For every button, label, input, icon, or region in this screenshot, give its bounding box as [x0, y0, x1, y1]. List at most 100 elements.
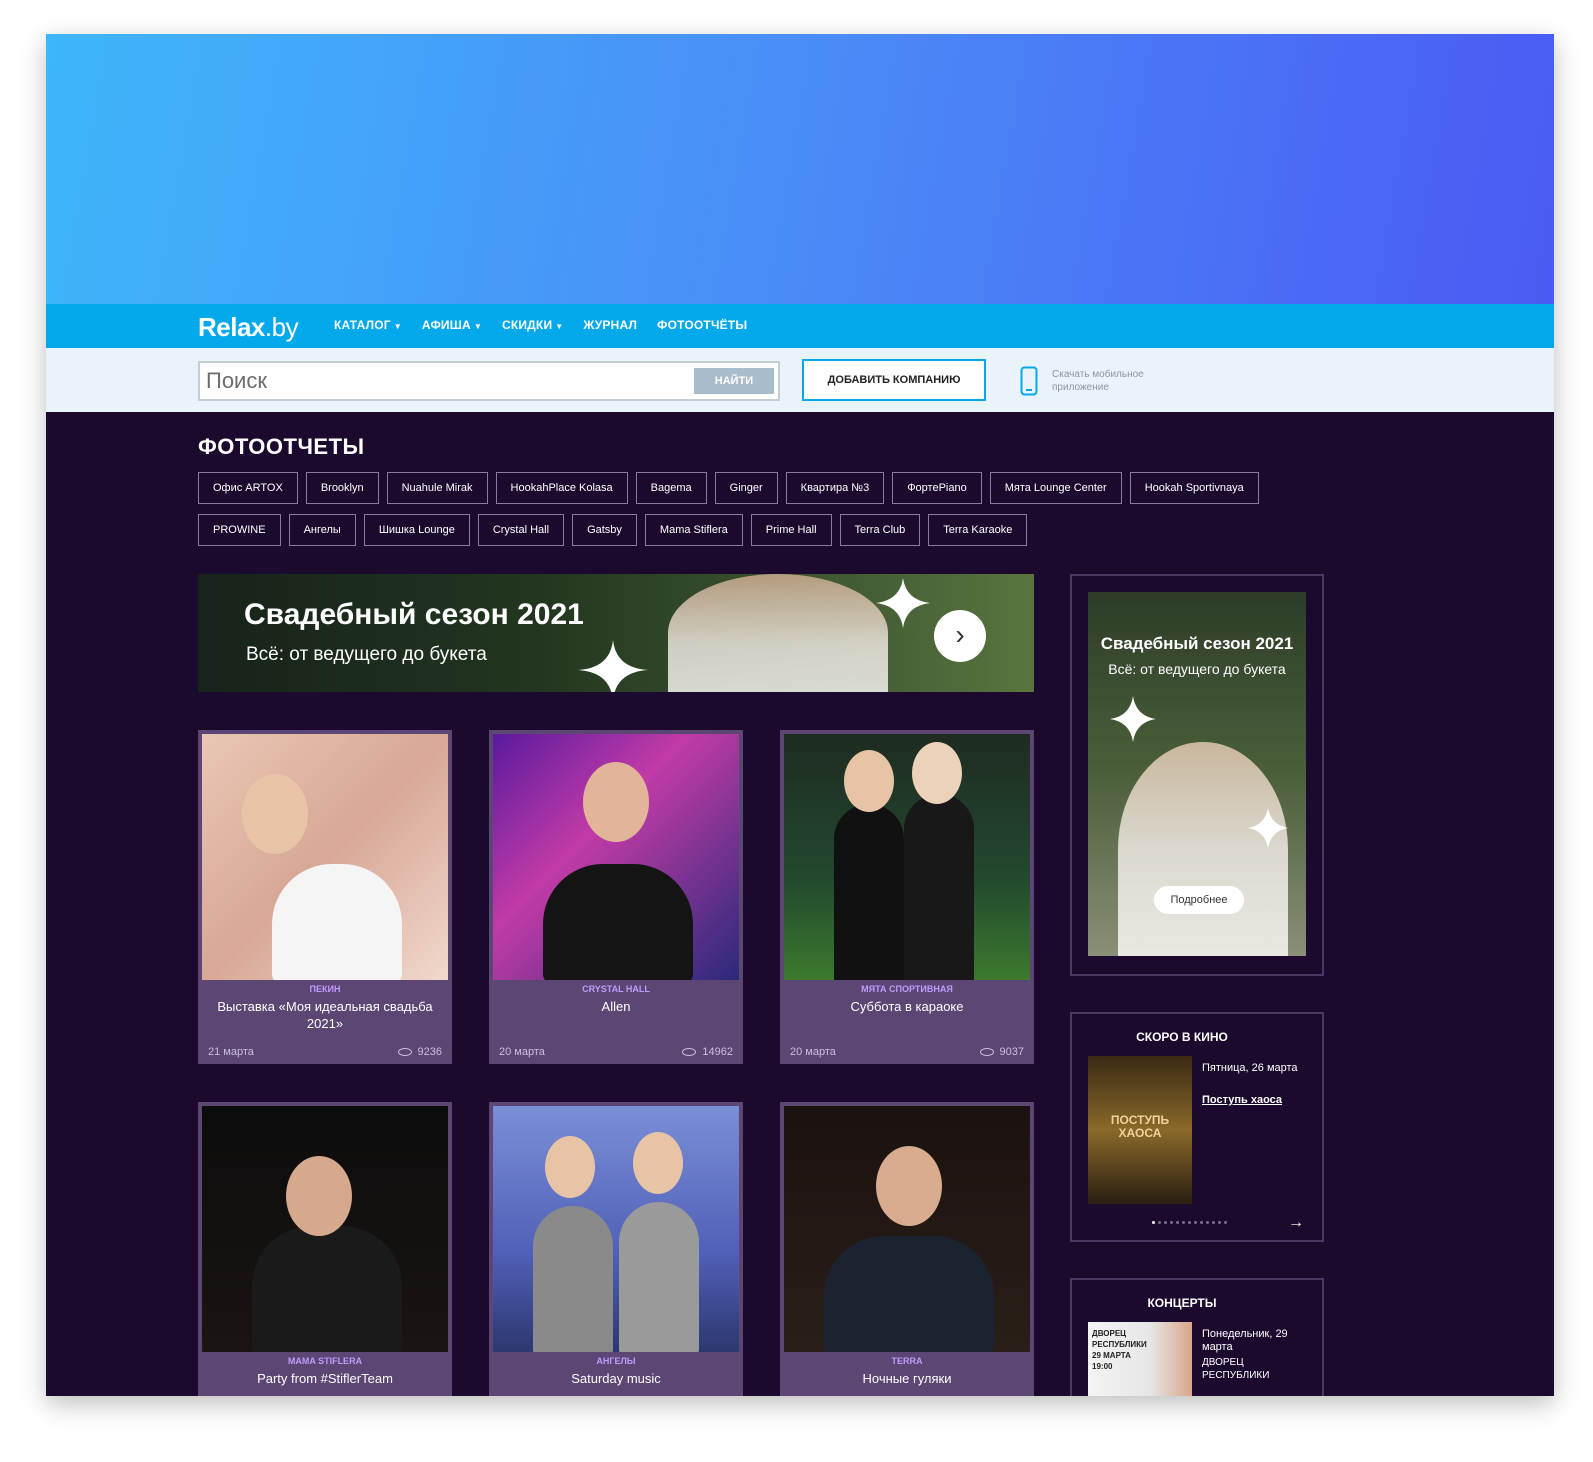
tag-item[interactable]: Nuahule Mirak — [386, 472, 488, 504]
tag-item[interactable]: Офис ARTOX — [198, 472, 298, 504]
side-banner-subtitle: Всё: от ведущего до букета — [1108, 661, 1286, 677]
tag-item[interactable]: Шишка Lounge — [363, 514, 470, 546]
banner-next-button[interactable]: › — [934, 610, 986, 662]
banner-subtitle: Всё: от ведущего до букета — [246, 644, 487, 665]
nav-item-afisha[interactable]: АФИША ▼ — [422, 318, 482, 332]
tag-item[interactable]: Terra Karaoke — [928, 514, 1028, 546]
banner-couple-image — [668, 574, 888, 692]
report-card[interactable]: МЯТА СПОРТИВНАЯ Суббота в караоке 20 мар… — [780, 730, 1034, 1064]
carousel-dot[interactable] — [1170, 1221, 1173, 1224]
carousel-dot[interactable] — [1212, 1221, 1215, 1224]
concert-place[interactable]: ДВОРЕЦ РЕСПУБЛИКИ — [1202, 1356, 1302, 1382]
carousel-dot[interactable] — [1164, 1221, 1167, 1224]
banner-title: Свадебный сезон 2021 — [244, 598, 584, 631]
page-title: ФОТООТЧЕТЫ — [198, 434, 365, 459]
nav-label: КАТАЛОГ — [334, 318, 391, 332]
report-card[interactable]: CRYSTAL HALL Allen 20 марта 14962 — [489, 730, 743, 1064]
tag-item[interactable]: Brooklyn — [305, 472, 379, 504]
tag-item[interactable]: Мята Lounge Center — [989, 472, 1122, 504]
tag-item[interactable]: Bagema — [635, 472, 707, 504]
report-title[interactable]: Суббота в караоке — [790, 998, 1024, 1015]
smartphone-icon[interactable] — [1020, 366, 1038, 396]
tag-item[interactable]: PROWINE — [198, 514, 281, 546]
search-box: НАЙТИ — [198, 361, 780, 401]
nav-label: ФОТООТЧЁТЫ — [657, 318, 748, 332]
side-banner-couple-image — [1118, 742, 1288, 956]
add-company-button[interactable]: ДОБАВИТЬ КОМПАНИЮ — [802, 359, 986, 401]
search-button[interactable]: НАЙТИ — [694, 368, 774, 394]
report-card[interactable]: MAMA STIFLERA Party from #StiflerTeam — [198, 1102, 452, 1396]
concerts-heading: КОНЦЕРТЫ — [1147, 1296, 1217, 1310]
report-title[interactable]: Выставка «Моя идеальная свадьба 2021» — [208, 998, 442, 1032]
tag-item[interactable]: Mama Stiflera — [644, 514, 743, 546]
eye-icon — [397, 1048, 412, 1057]
browser-frame: Relax.by КАТАЛОГ ▼ АФИША ▼ СКИДКИ ▼ ЖУРНАЛ … — [46, 34, 1554, 1396]
tag-item[interactable]: Hookah Sportivnaya — [1129, 472, 1259, 504]
tag-item[interactable]: Prime Hall — [750, 514, 832, 546]
report-date: 21 марта — [208, 1046, 254, 1058]
view-count: 14962 — [682, 1046, 733, 1058]
arrow-right-icon[interactable]: → — [1288, 1214, 1304, 1232]
nav-item-catalog[interactable]: КАТАЛОГ ▼ — [334, 318, 402, 332]
sparkle-icon — [876, 578, 930, 628]
film-link[interactable]: Поступь хаоса — [1202, 1094, 1282, 1106]
venue-label[interactable]: TERRA — [784, 1356, 1030, 1366]
search-input[interactable] — [206, 367, 686, 395]
venue-label[interactable]: ПЕКИН — [202, 984, 448, 994]
report-title[interactable]: Saturday music — [499, 1370, 733, 1387]
tag-item[interactable]: Crystal Hall — [477, 514, 565, 546]
report-card[interactable]: АНГЕЛЫ Saturday music — [489, 1102, 743, 1396]
view-count: 9236 — [397, 1046, 442, 1058]
carousel-dot[interactable] — [1188, 1221, 1191, 1224]
venue-label[interactable]: MAMA STIFLERA — [202, 1356, 448, 1366]
report-card[interactable]: TERRA Ночные гуляки — [780, 1102, 1034, 1396]
carousel-dot[interactable] — [1182, 1221, 1185, 1224]
carousel-dot[interactable] — [1176, 1221, 1179, 1224]
film-poster[interactable]: ПОСТУПЬ ХАОСА — [1088, 1056, 1192, 1204]
download-app-text[interactable]: Скачать мобильное приложение — [1052, 368, 1182, 394]
carousel-dot[interactable] — [1158, 1221, 1161, 1224]
promo-banner[interactable]: Свадебный сезон 2021 Всё: от ведущего до… — [198, 574, 1034, 692]
nav-item-discounts[interactable]: СКИДКИ ▼ — [502, 318, 563, 332]
report-photo — [493, 734, 739, 980]
carousel-dot[interactable] — [1194, 1221, 1197, 1224]
carousel-dots[interactable] — [1152, 1221, 1227, 1224]
report-card[interactable]: ПЕКИН Выставка «Моя идеальная свадьба 20… — [198, 730, 452, 1064]
report-title[interactable]: Party from #StiflerTeam — [208, 1370, 442, 1387]
concert-poster[interactable]: ДВОРЕЦ РЕСПУБЛИКИ 29 МАРТА 19:00 — [1088, 1322, 1192, 1396]
release-date: Пятница, 26 марта — [1202, 1062, 1298, 1074]
venue-label[interactable]: АНГЕЛЫ — [493, 1356, 739, 1366]
report-title[interactable]: Allen — [499, 998, 733, 1015]
side-promo-banner[interactable]: Свадебный сезон 2021 Всё: от ведущего до… — [1088, 592, 1306, 956]
nav-item-photoreports[interactable]: ФОТООТЧЁТЫ — [657, 318, 747, 332]
carousel-dot[interactable] — [1218, 1221, 1221, 1224]
carousel-dot[interactable] — [1206, 1221, 1209, 1224]
logo[interactable]: Relax.by — [198, 312, 299, 343]
report-title[interactable]: Ночные гуляки — [790, 1370, 1024, 1387]
tag-item[interactable]: Gatsby — [572, 514, 637, 546]
more-button[interactable]: Подробнее — [1154, 886, 1244, 914]
carousel-dot[interactable] — [1200, 1221, 1203, 1224]
tag-item[interactable]: ФортеPiano — [892, 472, 982, 504]
tag-item[interactable]: Ангелы — [288, 514, 356, 546]
search-bar: НАЙТИ ДОБАВИТЬ КОМПАНИЮ Скачать мобильно… — [46, 348, 1554, 412]
venue-tags: Офис ARTOX Brooklyn Nuahule Mirak Hookah… — [198, 472, 1308, 546]
venue-label[interactable]: МЯТА СПОРТИВНАЯ — [784, 984, 1030, 994]
tag-item[interactable]: Ginger — [714, 472, 778, 504]
chevron-down-icon: ▼ — [555, 322, 564, 331]
concert-date: Понедельник, 29 марта — [1202, 1328, 1288, 1353]
tag-item[interactable]: HookahPlace Kolasa — [495, 472, 628, 504]
chevron-down-icon: ▼ — [393, 322, 402, 331]
cinema-heading: СКОРО В КИНО — [1136, 1030, 1228, 1044]
side-promo-box: Свадебный сезон 2021 Всё: от ведущего до… — [1070, 574, 1324, 976]
carousel-dot[interactable] — [1224, 1221, 1227, 1224]
venue-label[interactable]: CRYSTAL HALL — [493, 984, 739, 994]
carousel-dot[interactable] — [1152, 1221, 1155, 1224]
tag-item[interactable]: Terra Club — [839, 514, 921, 546]
report-photo — [784, 1106, 1030, 1352]
report-date: 20 марта — [790, 1046, 836, 1058]
hero-gradient — [46, 34, 1554, 304]
tag-item[interactable]: Квартира №3 — [785, 472, 885, 504]
nav-item-journal[interactable]: ЖУРНАЛ — [583, 318, 637, 332]
nav-label: АФИША — [421, 318, 471, 332]
